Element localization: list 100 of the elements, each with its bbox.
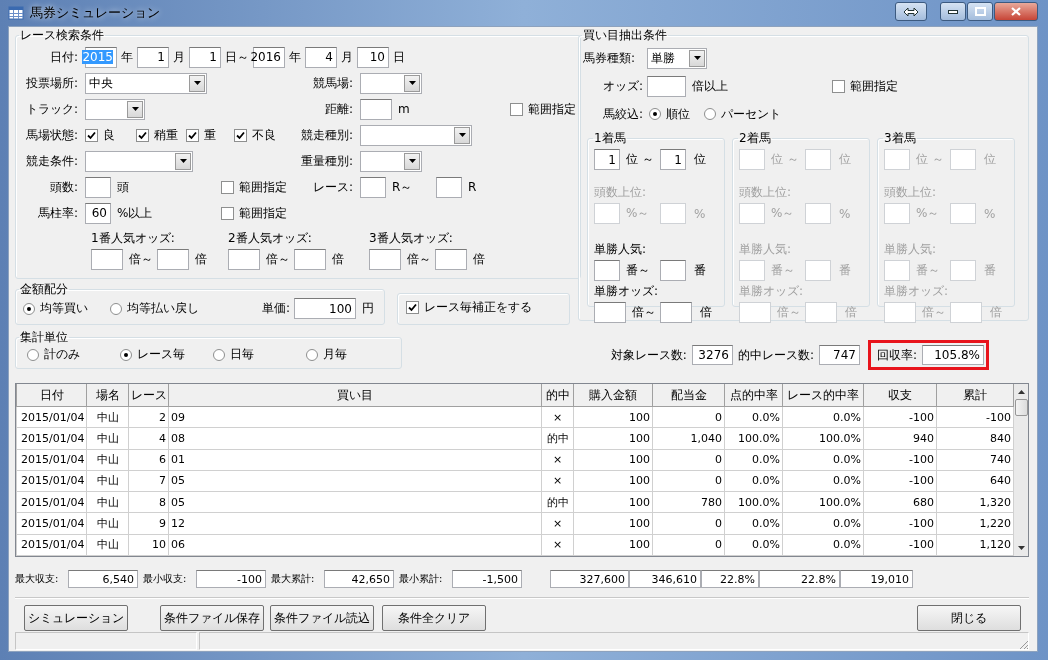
- radio-button[interactable]: [120, 348, 132, 361]
- radio-label[interactable]: 均等払い戻し: [127, 300, 199, 317]
- unit-label: 位 ～: [771, 151, 800, 168]
- text-field[interactable]: [369, 249, 401, 270]
- action-button[interactable]: シミュレーション: [24, 605, 128, 631]
- column-header[interactable]: レース: [128, 384, 169, 407]
- action-button[interactable]: 条件ファイル保存: [160, 605, 264, 631]
- text-field[interactable]: 100: [294, 298, 356, 319]
- radio-button[interactable]: [649, 108, 661, 120]
- summary-label: 最大累計:: [271, 572, 316, 586]
- column-header[interactable]: 配当金: [652, 384, 725, 407]
- checkbox[interactable]: 範囲指定: [221, 178, 287, 196]
- close-button[interactable]: [994, 2, 1038, 21]
- unit-label: m: [398, 102, 410, 116]
- dropdown-field[interactable]: [85, 98, 145, 120]
- column-header[interactable]: 日付: [16, 384, 87, 407]
- table-cell: ×: [541, 534, 574, 556]
- text-field[interactable]: 1: [137, 46, 169, 68]
- dropdown-field[interactable]: 中央: [85, 72, 207, 94]
- radio-button[interactable]: [27, 348, 39, 361]
- checkbox[interactable]: 不良: [234, 126, 276, 144]
- table-cell: 05: [168, 491, 542, 513]
- column-header[interactable]: 購入金額: [573, 384, 653, 407]
- close-dialog-button[interactable]: 閉じる: [917, 605, 1021, 631]
- radio-button[interactable]: [213, 348, 225, 361]
- radio-label[interactable]: 計のみ: [44, 346, 80, 363]
- dropdown-field[interactable]: 単勝: [647, 47, 707, 69]
- group-title: 3着馬: [883, 130, 917, 147]
- checkbox[interactable]: 範囲指定: [832, 77, 898, 95]
- maximize-button[interactable]: [967, 2, 993, 21]
- field-label: 馬場状態:: [24, 126, 79, 144]
- scrollbar-thumb[interactable]: [1014, 399, 1028, 416]
- unit-label: 年: [121, 48, 133, 66]
- column-header[interactable]: 累計: [936, 384, 1014, 407]
- summary-label: 最小累計:: [399, 572, 444, 586]
- text-field[interactable]: [660, 260, 686, 281]
- radio-button[interactable]: [306, 348, 318, 361]
- table-cell: 中山: [86, 512, 129, 535]
- dropdown-field[interactable]: [360, 72, 422, 94]
- text-field[interactable]: 4: [305, 46, 337, 68]
- radio-button[interactable]: [23, 302, 35, 315]
- checkbox[interactable]: 重: [186, 126, 234, 144]
- table-cell: 2015/01/04: [16, 534, 87, 556]
- text-field[interactable]: [157, 249, 189, 270]
- text-field[interactable]: [594, 260, 620, 281]
- radio-label[interactable]: 月毎: [323, 346, 347, 363]
- text-field[interactable]: 60: [85, 202, 111, 224]
- text-field[interactable]: [436, 176, 462, 198]
- dropdown-field[interactable]: [360, 124, 472, 146]
- text-field[interactable]: [294, 249, 326, 270]
- unit-label: 倍～: [407, 251, 431, 268]
- checkbox[interactable]: 範囲指定: [221, 204, 287, 222]
- radio-label[interactable]: レース毎: [137, 346, 185, 363]
- group-title: レース検索条件: [19, 27, 105, 44]
- text-field[interactable]: [360, 176, 386, 198]
- checkbox[interactable]: 稍重: [136, 126, 186, 144]
- dropdown-field[interactable]: [85, 150, 193, 172]
- vertical-scrollbar[interactable]: [1014, 384, 1028, 556]
- column-header[interactable]: 点的中率: [724, 384, 783, 407]
- table-cell: 100: [573, 470, 653, 492]
- text-field[interactable]: [85, 176, 111, 198]
- radio-label[interactable]: 均等買い: [40, 300, 88, 317]
- radio-label[interactable]: 順位: [666, 105, 690, 123]
- swap-button[interactable]: [895, 2, 927, 21]
- column-header[interactable]: 収支: [863, 384, 937, 407]
- table-cell: 4: [128, 427, 169, 450]
- text-field[interactable]: 2016: [253, 46, 285, 68]
- column-header[interactable]: 買い目: [168, 384, 542, 407]
- text-field[interactable]: [228, 249, 260, 270]
- minimize-button[interactable]: [940, 2, 966, 21]
- unit-label: 番～: [916, 262, 941, 279]
- field-label: 単勝オッズ:: [884, 283, 950, 300]
- checkbox[interactable]: レース毎補正をする: [406, 298, 532, 316]
- text-field[interactable]: [435, 249, 467, 270]
- text-field[interactable]: [360, 98, 392, 120]
- dropdown-field[interactable]: [360, 150, 422, 172]
- text-field[interactable]: 10: [357, 46, 389, 68]
- radio-label[interactable]: パーセント: [721, 105, 781, 123]
- radio-label[interactable]: 日毎: [230, 346, 254, 363]
- text-field[interactable]: [660, 302, 692, 323]
- text-field[interactable]: [91, 249, 123, 270]
- action-button[interactable]: 条件ファイル読込: [270, 605, 374, 631]
- column-header[interactable]: 場名: [86, 384, 129, 407]
- checkbox[interactable]: 良: [85, 126, 136, 144]
- column-header[interactable]: 的中: [541, 384, 574, 407]
- field-label: 単勝人気:: [739, 241, 793, 258]
- checkbox[interactable]: 範囲指定: [509, 100, 576, 118]
- text-field[interactable]: 1: [594, 149, 620, 170]
- action-button[interactable]: 条件全クリア: [382, 605, 486, 631]
- unit-label: %: [839, 206, 851, 221]
- unit-label: 倍: [990, 304, 1002, 321]
- check-icon: [188, 130, 197, 140]
- radio-button[interactable]: [704, 108, 716, 120]
- unit-label: 位 ～: [916, 151, 945, 168]
- radio-button[interactable]: [110, 302, 122, 315]
- text-field[interactable]: [594, 302, 626, 323]
- column-header[interactable]: レース的中率: [782, 384, 864, 407]
- text-field[interactable]: 1: [660, 149, 686, 170]
- text-field[interactable]: 1: [189, 46, 221, 68]
- text-field[interactable]: [647, 75, 686, 97]
